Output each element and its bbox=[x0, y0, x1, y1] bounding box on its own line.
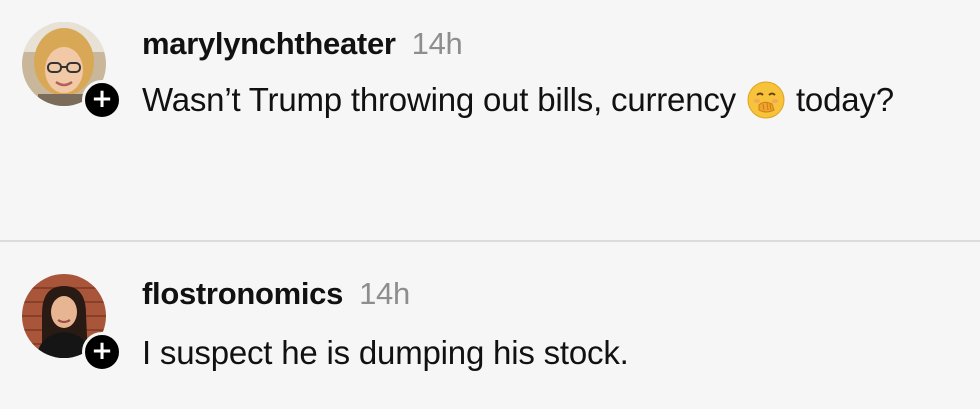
plus-icon: + bbox=[91, 336, 113, 366]
avatar-container[interactable]: + bbox=[22, 22, 122, 120]
username[interactable]: marylynchtheater bbox=[142, 26, 396, 62]
follow-button[interactable]: + bbox=[82, 80, 122, 120]
comment-text-part: today? bbox=[795, 81, 894, 118]
timestamp: 14h bbox=[411, 26, 463, 61]
username[interactable]: flostronomics bbox=[142, 276, 343, 312]
follow-button[interactable]: + bbox=[82, 332, 122, 372]
face-with-hand-over-mouth-icon bbox=[746, 80, 786, 120]
comment-text: I suspect he is dumping his stock. bbox=[142, 334, 629, 372]
comment-meta: flostronomics 14h bbox=[142, 276, 410, 312]
plus-icon: + bbox=[91, 84, 113, 114]
comment-text-part: I suspect he is dumping his stock. bbox=[142, 334, 629, 371]
timestamp: 14h bbox=[359, 276, 410, 311]
comment-thread: + marylynchtheater 14h Wasn’t Trump thro… bbox=[0, 0, 980, 409]
comment-meta: marylynchtheater 14h bbox=[142, 26, 463, 62]
comment-text-part: Wasn’t Trump throwing out bills, currenc… bbox=[142, 81, 736, 118]
comment-item: + marylynchtheater 14h Wasn’t Trump thro… bbox=[0, 0, 980, 240]
comment-text: Wasn’t Trump throwing out bills, currenc… bbox=[142, 80, 894, 120]
avatar-container[interactable]: + bbox=[22, 274, 122, 372]
comment-item: + flostronomics 14h I suspect he is dump… bbox=[0, 242, 980, 409]
